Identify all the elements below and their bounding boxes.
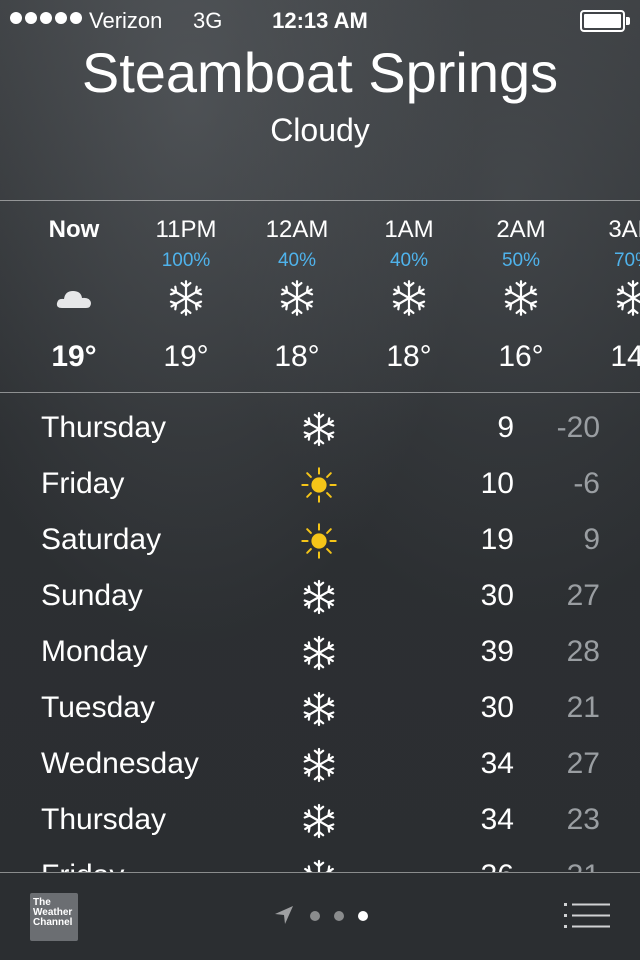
low-temperature: -6 [573,467,600,500]
snow-icon [300,746,338,784]
precipitation-chance: 40% [389,250,429,271]
hourly-temperature: 18° [386,340,432,373]
status-time: 12:13 AM [272,8,368,33]
daily-row: Friday 10 -6 [0,457,640,513]
current-condition: Cloudy [270,112,370,148]
snow-icon [300,410,338,448]
snow-icon [166,278,206,318]
low-temperature: 28 [566,635,600,668]
day-name: Saturday [41,523,162,556]
weather-channel-logo[interactable]: The Weather Channel [30,893,78,941]
day-name: Thursday [41,803,167,836]
low-temperature: 27 [566,579,600,612]
page-indicator[interactable] [272,901,382,931]
low-temperature: 9 [583,523,600,556]
status-bar: Verizon 3G 12:13 AM [0,0,640,40]
high-temperature: 34 [480,747,514,780]
snow-icon [300,690,338,728]
page-dot[interactable] [358,911,368,921]
high-temperature: 39 [480,635,514,668]
daily-row: Wednesday 34 27 [0,737,640,793]
daily-row: Thursday 9 -20 [0,401,640,457]
snow-icon [300,578,338,616]
day-name: Sunday [41,579,143,612]
daily-row: Monday 39 28 [0,625,640,681]
precipitation-chance: 100% [161,250,211,271]
high-temperature: 19 [480,523,514,556]
hourly-time: 11PM [155,216,217,243]
low-temperature: 21 [567,859,600,872]
day-name: Wednesday [41,747,199,780]
day-name: Friday [41,467,125,500]
bottom-toolbar: The Weather Channel [0,873,640,960]
hourly-temperature: 19° [163,340,209,373]
sun-icon [300,466,338,504]
hourly-temperature: 18° [274,340,320,373]
low-temperature: 27 [566,747,600,780]
hourly-temperature: 14° [610,340,640,373]
daily-forecast[interactable]: Thursday 9 -20 Friday 10 -6 Saturday 19 9 Sunday 3… [0,401,640,872]
location-arrow-icon[interactable] [272,903,296,927]
divider [0,392,640,393]
hourly-time: 12AM [265,216,329,243]
hourly-item: 11PM 100% 19° [130,200,242,392]
day-name: Tuesday [41,691,155,724]
hourly-temperature: 19° [51,340,97,373]
snow-icon [300,802,338,840]
precipitation-chance: 40% [277,250,317,271]
hourly-time: Now [48,216,100,243]
daily-row: Thursday 34 23 [0,793,640,849]
low-temperature: -20 [556,411,600,444]
snow-icon [501,278,541,318]
hourly-item: 3AM 70% 14° [577,200,640,392]
snow-icon [613,278,640,318]
day-name: Monday [41,635,148,668]
page-dot[interactable] [334,911,344,921]
day-name: Thursday [41,411,167,444]
precipitation-chance: 50% [501,250,541,271]
low-temperature: 23 [566,803,600,836]
precipitation-chance: 70% [613,250,640,271]
snow-icon [277,278,317,318]
low-temperature: 21 [566,691,600,724]
day-name: Friday [41,859,124,872]
hourly-forecast[interactable]: Now 19° 11PM 100% 19° 12AM 40% 18° 1AM 40% 18° 2AM 5… [0,200,640,392]
daily-row: Sunday 30 27 [0,569,640,625]
daily-row: Saturday 19 9 [0,513,640,569]
city-name: Steamboat Springs [81,41,559,104]
high-temperature: 30 [480,579,514,612]
daily-row: Tuesday 30 21 [0,681,640,737]
sun-icon [300,522,338,560]
high-temperature: 36 [481,859,514,872]
high-temperature: 10 [480,467,514,500]
hourly-item: 12AM 40% 18° [241,200,353,392]
daily-row: Friday 36 21 [0,849,640,872]
city-list-icon[interactable] [564,901,610,931]
hourly-time: 2AM [496,216,546,243]
hourly-item: 1AM 40% 18° [353,200,465,392]
hourly-item: 2AM 50% 16° [465,200,577,392]
cloud-icon [54,278,94,318]
high-temperature: 34 [480,803,514,836]
snow-icon [389,278,429,318]
battery-full-icon [580,10,630,32]
snow-icon [300,634,338,672]
page-dot[interactable] [310,911,320,921]
hourly-time: 3AM [608,216,640,243]
high-temperature: 30 [480,691,514,724]
snow-icon [300,858,338,872]
high-temperature: 9 [497,411,514,444]
hourly-item: Now 19° [18,200,130,392]
hourly-time: 1AM [384,216,434,243]
hourly-temperature: 16° [498,340,544,373]
